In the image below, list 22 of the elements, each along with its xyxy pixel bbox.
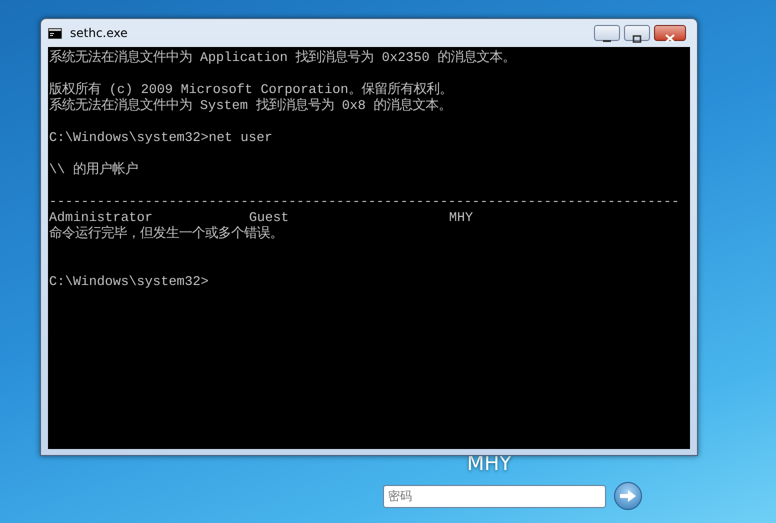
account-name: Guest	[249, 210, 289, 225]
minimize-button[interactable]	[594, 25, 620, 41]
maximize-icon	[632, 34, 642, 43]
console-line: 命令运行完毕，但发生一个或多个错误。	[49, 226, 284, 242]
close-button[interactable]	[654, 25, 686, 41]
arrow-right-icon	[619, 489, 637, 503]
console-line: -------------------------------------------------------------------------------	[49, 194, 680, 210]
console-line: 系统无法在消息文件中为 System 找到消息号为 0x8 的消息文本。	[49, 98, 453, 114]
console-line: C:\Windows\system32>	[49, 274, 210, 290]
console-line: 版权所有 (c) 2009 Microsoft Corporation。保留所有权利。	[49, 82, 454, 98]
password-field[interactable]: 密码	[383, 484, 606, 508]
console-line: C:\Windows\system32>net user	[49, 130, 274, 146]
user-name: MHY	[467, 452, 513, 474]
console-line: 系统无法在消息文件中为 Application 找到消息号为 0x2350 的消息文本。	[49, 50, 517, 66]
maximize-button[interactable]	[624, 25, 650, 41]
close-icon	[665, 34, 675, 44]
console-icon	[48, 28, 62, 38]
submit-button[interactable]	[614, 482, 642, 510]
window-title: sethc.exe	[70, 25, 129, 42]
account-name: Administrator	[49, 210, 153, 225]
console-line: \\ 的用户帐户	[49, 162, 139, 178]
account-name: MHY	[449, 210, 473, 225]
